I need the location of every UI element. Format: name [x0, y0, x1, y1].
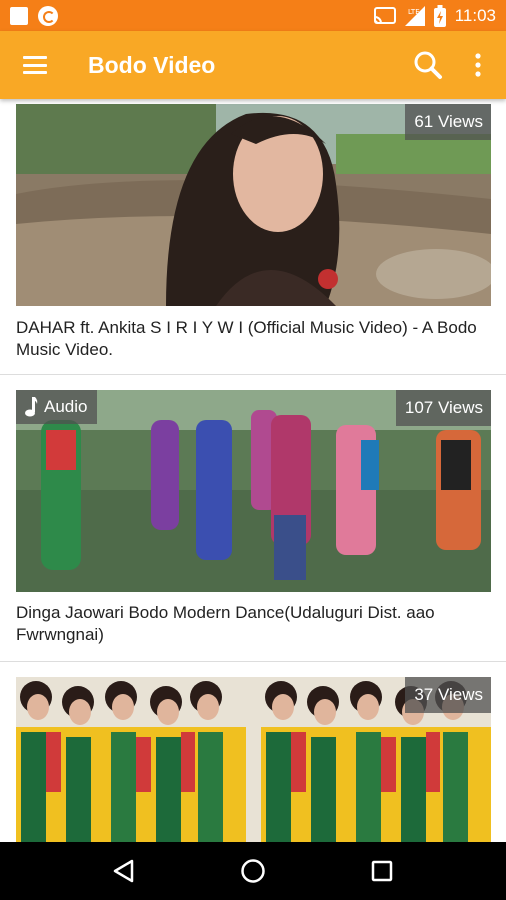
more-options-button[interactable]	[453, 31, 503, 99]
audio-label: Audio	[44, 397, 88, 416]
status-right: LTE 11:03	[373, 4, 496, 27]
back-triangle-icon	[114, 859, 134, 883]
battery-icon	[433, 4, 446, 27]
navigation-bar	[0, 842, 506, 900]
views-badge: 107 Views	[395, 390, 491, 426]
app-bar: Bodo Video	[0, 31, 506, 99]
home-button[interactable]	[223, 842, 283, 900]
video-item[interactable]: 37 Views	[0, 662, 506, 842]
signal-icon: LTE	[404, 5, 425, 26]
video-title[interactable]: Dinga Jaowari Bodo Modern Dance(Udalugur…	[16, 602, 492, 646]
home-circle-icon	[241, 859, 265, 883]
video-item[interactable]: Audio 107 Views Dinga Jaowari Bodo Moder…	[0, 375, 506, 662]
more-vert-icon	[475, 53, 481, 77]
music-note-icon	[25, 397, 38, 417]
video-title[interactable]: DAHAR ft. Ankita S I R I Y W I (Official…	[16, 317, 492, 361]
sync-notification-icon	[38, 5, 58, 26]
video-thumbnail[interactable]: 37 Views	[16, 677, 491, 842]
recents-square-icon	[371, 860, 392, 882]
views-badge: 61 Views	[405, 104, 491, 140]
search-icon	[414, 51, 442, 79]
status-bar: LTE 11:03	[0, 0, 506, 31]
video-thumbnail[interactable]: Audio 107 Views	[16, 390, 491, 592]
square-notification-icon	[10, 6, 28, 25]
video-list[interactable]: 61 Views DAHAR ft. Ankita S I R I Y W I …	[0, 99, 506, 842]
hamburger-menu-icon	[23, 56, 47, 74]
back-button[interactable]	[94, 842, 154, 900]
video-thumbnail[interactable]: 61 Views	[16, 104, 491, 306]
svg-text:LTE: LTE	[408, 8, 420, 16]
status-time: 11:03	[454, 5, 496, 25]
audio-badge: Audio	[16, 390, 98, 424]
menu-button[interactable]	[0, 31, 70, 99]
recents-button[interactable]	[352, 842, 412, 900]
video-item[interactable]: 61 Views DAHAR ft. Ankita S I R I Y W I …	[0, 99, 506, 375]
views-badge: 37 Views	[405, 677, 491, 713]
search-button[interactable]	[403, 31, 453, 99]
cast-icon	[373, 6, 396, 24]
app-title: Bodo Video	[88, 51, 216, 78]
status-left	[10, 5, 58, 26]
